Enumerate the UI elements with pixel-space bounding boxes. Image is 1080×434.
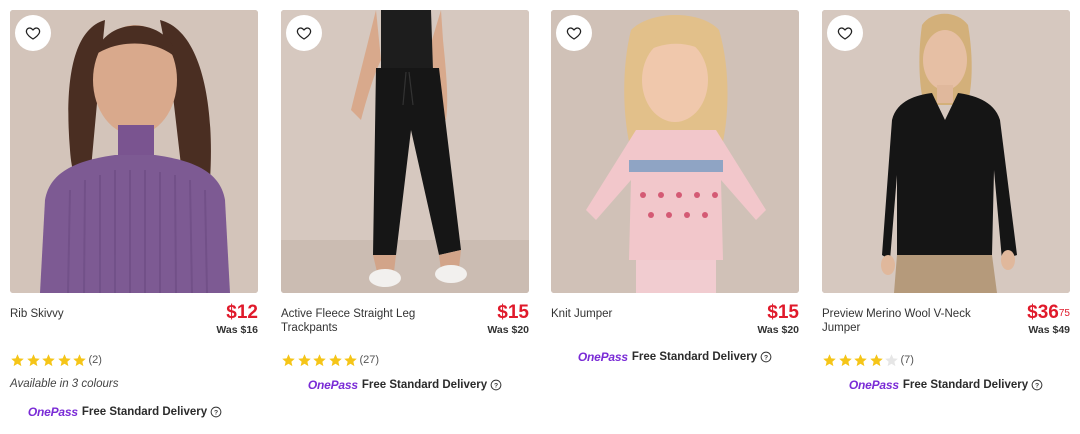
rating-count: (2) — [88, 354, 102, 366]
onepass-logo: OnePass — [307, 378, 358, 392]
rating-count: (7) — [900, 354, 914, 366]
svg-text:?: ? — [214, 410, 218, 417]
heart-outline-icon — [837, 27, 853, 40]
star-icon — [823, 353, 836, 366]
onepass-logo: OnePass — [848, 378, 899, 392]
heart-outline-icon — [25, 27, 41, 40]
product-grid: Rib Skivvy $12 Was $16 (2) Available in … — [0, 0, 1080, 434]
svg-text:?: ? — [764, 355, 768, 362]
delivery-text: Free Standard Delivery — [361, 379, 488, 391]
wishlist-button[interactable] — [15, 15, 51, 51]
star-icon — [328, 353, 342, 366]
price-block: $3675 Was $49 — [1027, 302, 1070, 336]
star-icon — [838, 353, 852, 366]
heart-outline-icon — [296, 27, 312, 40]
star-icon — [282, 353, 295, 366]
was-price: Was $16 — [216, 324, 258, 336]
product-price: $15 — [767, 302, 799, 323]
product-price: $12 — [226, 302, 258, 323]
info-circle-icon[interactable]: ? — [1031, 379, 1043, 391]
product-card[interactable]: Rib Skivvy $12 Was $16 (2) Available in … — [10, 10, 258, 420]
onepass-delivery: OnePass Free Standard Delivery ? — [822, 377, 1070, 393]
star-icon — [313, 353, 326, 366]
delivery-text: Free Standard Delivery — [902, 379, 1029, 391]
was-price: Was $20 — [757, 324, 799, 336]
price-block: $15 Was $20 — [757, 302, 799, 336]
star-icon — [11, 353, 24, 366]
product-card[interactable]: Preview Merino Wool V-Neck Jumper $3675 … — [822, 10, 1070, 393]
heart-outline-icon — [566, 27, 582, 40]
onepass-logo: OnePass — [27, 405, 78, 419]
product-card[interactable]: Knit Jumper $15 Was $20 OnePass Free Sta… — [551, 10, 799, 365]
product-name[interactable]: Active Fleece Straight Leg Trackpants — [281, 307, 441, 335]
product-image[interactable] — [822, 10, 1070, 293]
wishlist-button[interactable] — [827, 15, 863, 51]
product-photo-knit-jumper — [551, 10, 799, 293]
star-icon — [885, 353, 898, 366]
product-name[interactable]: Preview Merino Wool V-Neck Jumper — [822, 307, 982, 335]
onepass-delivery: OnePass Free Standard Delivery ? — [10, 404, 240, 420]
delivery-text: Free Standard Delivery — [81, 406, 208, 418]
rating: (7) — [822, 351, 1070, 369]
was-price: Was $20 — [487, 324, 529, 336]
price-block: $15 Was $20 — [487, 302, 529, 336]
product-image[interactable] — [10, 10, 258, 293]
rating: (2) — [10, 351, 258, 369]
onepass-delivery: OnePass Free Standard Delivery ? — [551, 349, 799, 365]
price-block: $12 Was $16 — [216, 302, 258, 336]
product-photo-merino-jumper — [822, 10, 1070, 293]
product-photo-trackpants — [281, 10, 529, 293]
star-icon — [42, 353, 55, 366]
product-image[interactable] — [551, 10, 799, 293]
product-price: $15 — [497, 302, 529, 323]
svg-text:?: ? — [1035, 383, 1039, 390]
product-name[interactable]: Knit Jumper — [551, 307, 711, 321]
svg-text:?: ? — [494, 383, 498, 390]
product-image[interactable] — [281, 10, 529, 293]
onepass-logo: OnePass — [577, 350, 628, 364]
product-price: $3675 — [1027, 302, 1070, 323]
star-icon — [26, 353, 40, 366]
star-rating — [10, 353, 88, 368]
star-icon — [869, 353, 883, 366]
star-icon — [344, 353, 357, 366]
product-photo-rib-skivvy — [10, 10, 258, 293]
was-price: Was $49 — [1028, 324, 1070, 336]
product-card[interactable]: Active Fleece Straight Leg Trackpants $1… — [281, 10, 529, 393]
rating: (27) — [281, 351, 529, 369]
info-circle-icon[interactable]: ? — [760, 351, 772, 363]
wishlist-button[interactable] — [556, 15, 592, 51]
star-icon — [854, 353, 867, 366]
info-circle-icon[interactable]: ? — [210, 406, 222, 418]
delivery-text: Free Standard Delivery — [631, 351, 758, 363]
star-rating — [822, 353, 900, 368]
info-circle-icon[interactable]: ? — [490, 379, 502, 391]
onepass-delivery: OnePass Free Standard Delivery ? — [281, 377, 529, 393]
star-icon — [297, 353, 311, 366]
product-name[interactable]: Rib Skivvy — [10, 307, 170, 321]
rating-count: (27) — [359, 354, 380, 366]
star-rating — [281, 353, 359, 368]
wishlist-button[interactable] — [286, 15, 322, 51]
available-colours: Available in 3 colours — [10, 378, 119, 390]
star-icon — [57, 353, 71, 366]
star-icon — [73, 353, 86, 366]
